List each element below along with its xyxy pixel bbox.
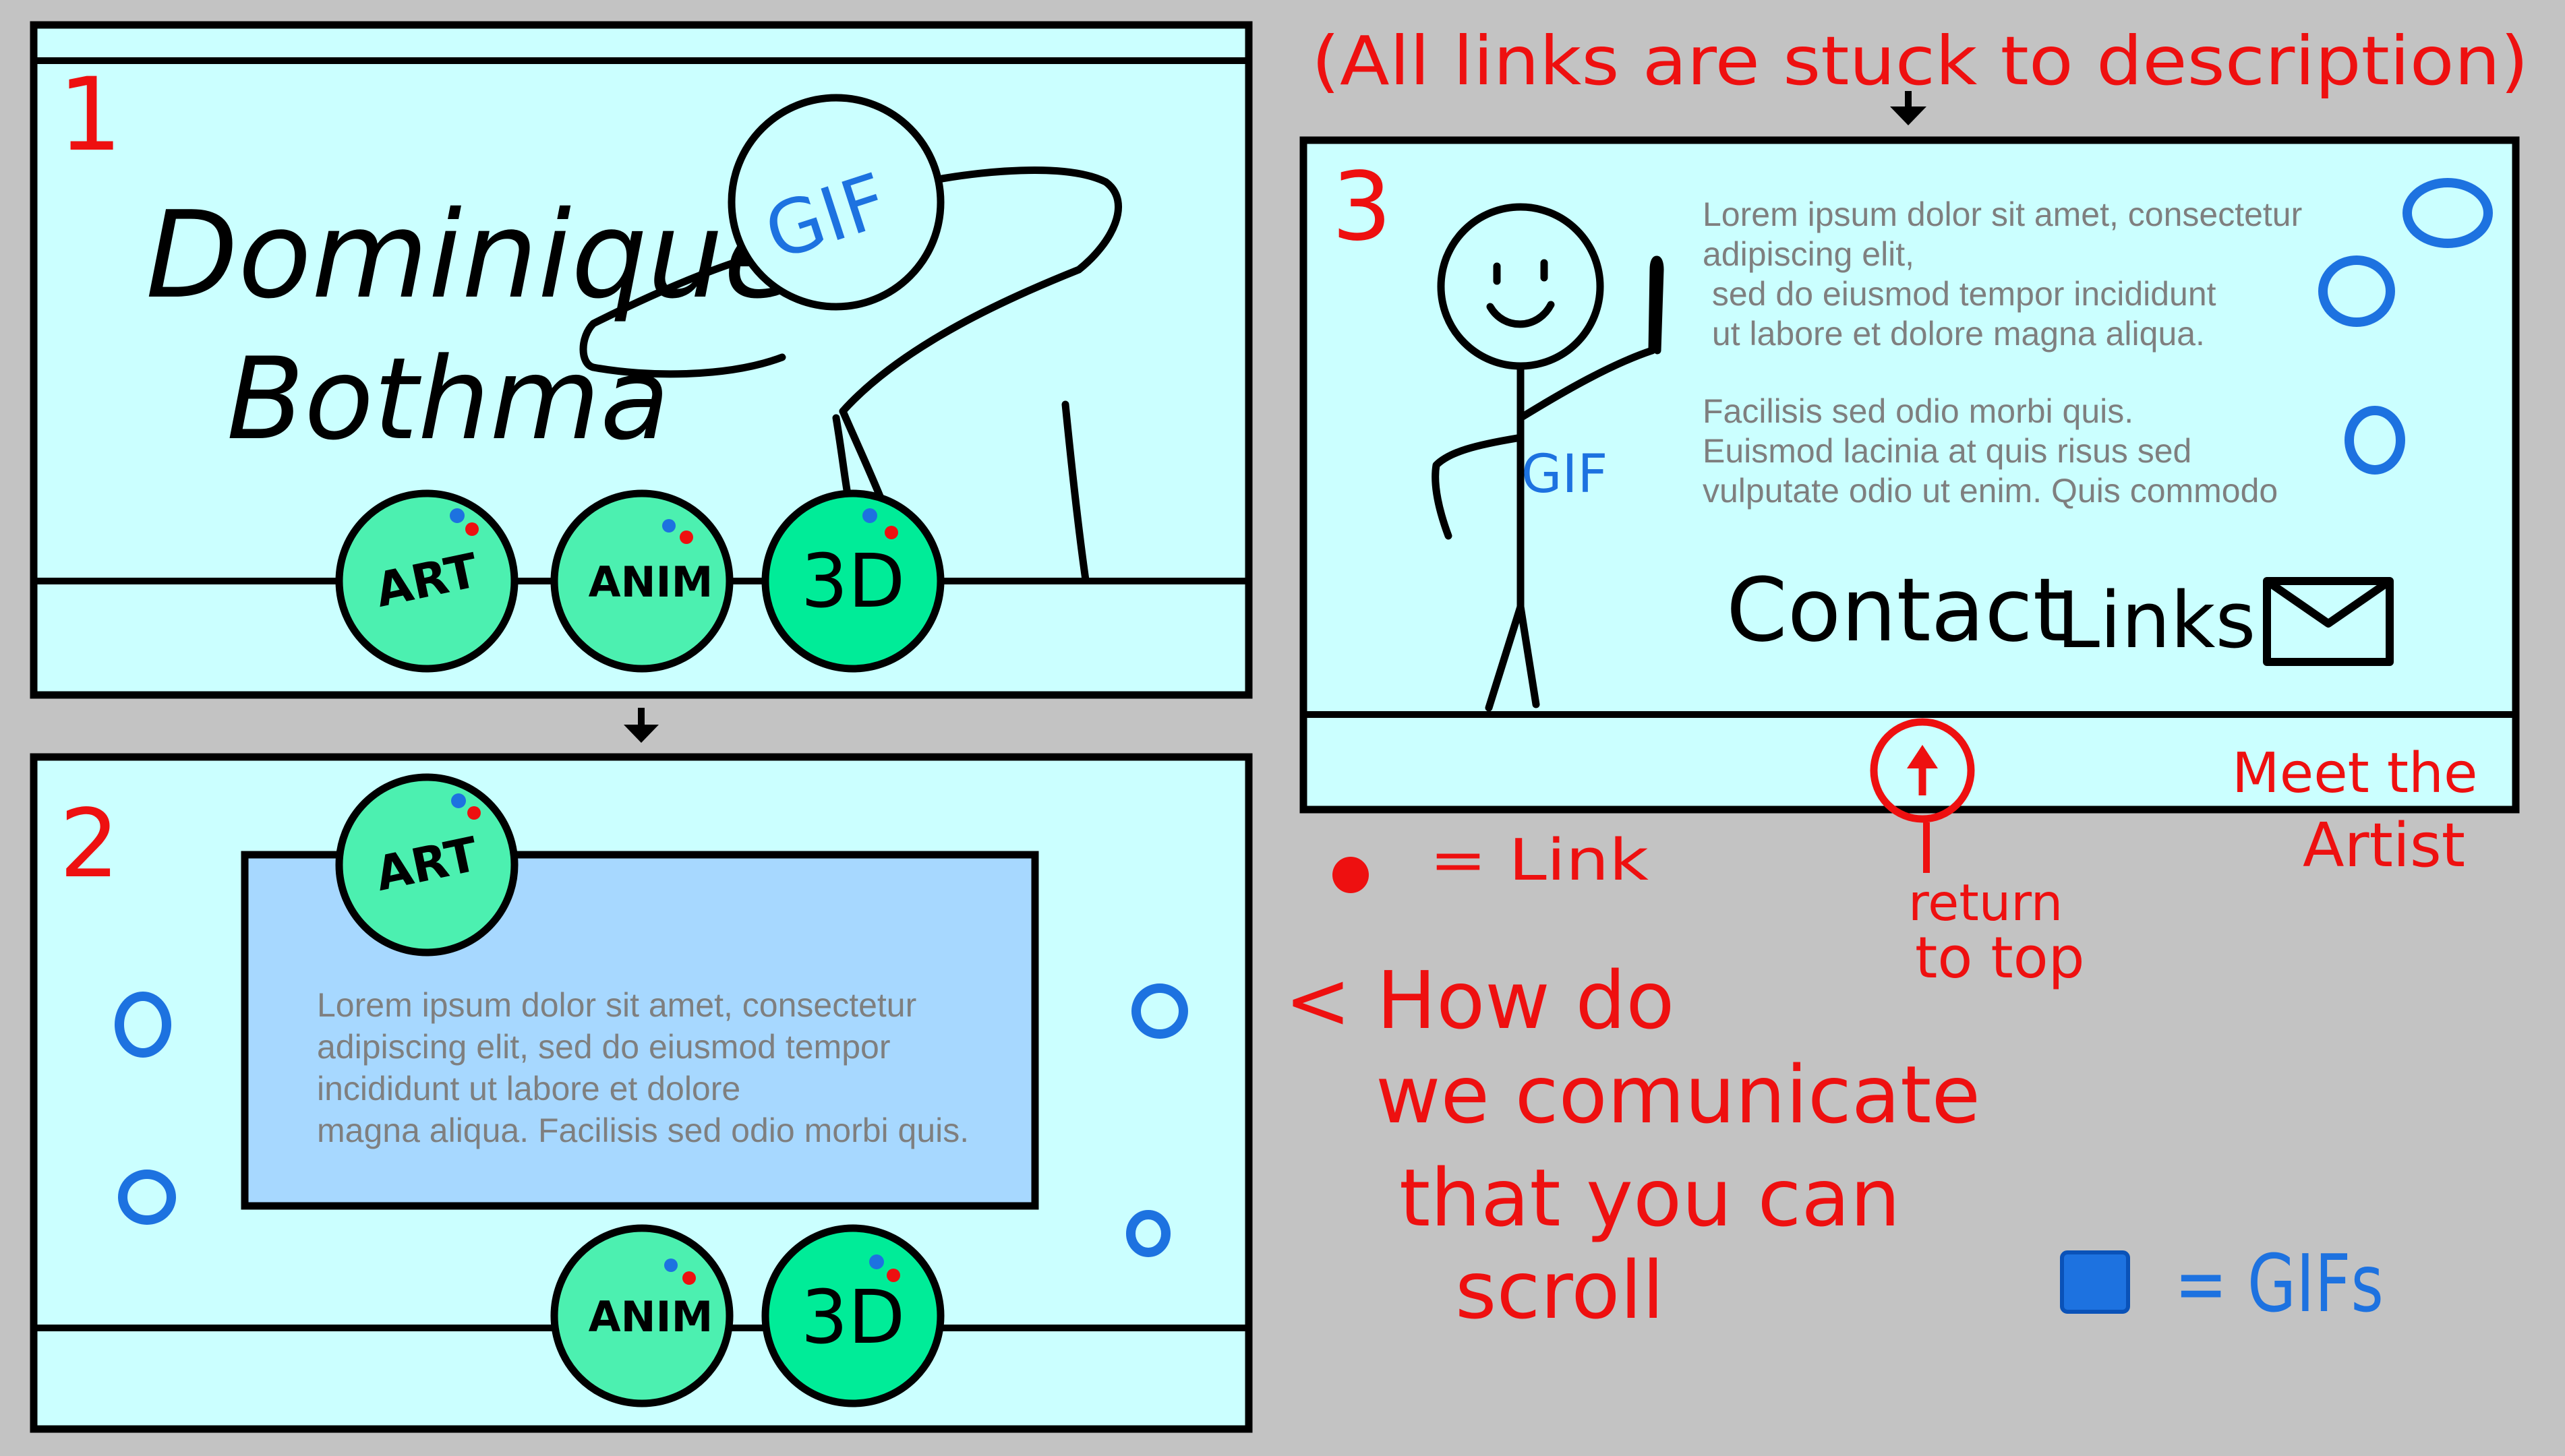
content-box-line-3: incididunt ut labore et dolore	[317, 1070, 740, 1108]
scroll-note-line-4: scroll	[1455, 1244, 1664, 1337]
panel-3-lorem-2-line-2: Euismod lacinia at quis risus sed	[1703, 432, 2191, 470]
panel-2-3d-button-label[interactable]: 3D	[801, 1274, 906, 1360]
anim-button-dot-red	[680, 530, 693, 544]
panel-3-lorem-1-line-2: adipiscing elit,	[1703, 235, 1914, 273]
panel-2-anim-button-dot-red	[682, 1271, 696, 1285]
3d-button-label[interactable]: 3D	[801, 538, 906, 624]
panel-2: 2 Lorem ipsum dolor sit amet, consectetu…	[30, 753, 1253, 1433]
panel-3-lorem-2-line-3: vulputate odio ut enim. Quis commodo	[1703, 472, 2278, 510]
panel-2-3d-button[interactable]: 3D	[761, 1224, 945, 1407]
panel-2-anim-button[interactable]: ANIM	[550, 1224, 734, 1407]
panel-3-number: 3	[1332, 152, 1392, 262]
panel-1: 1 Dominique Bothma GIF ART ANIM 3D	[30, 21, 1253, 699]
panel-2-art-button-dot-blue	[451, 793, 466, 808]
arrow-head	[624, 725, 659, 743]
panel-3-lorem-1-line-3: sed do eiusmod tempor incididunt	[1703, 275, 2216, 313]
meet-the-artist-line-1: Meet the	[2232, 741, 2477, 806]
panel-2-3d-button-dot-blue	[869, 1254, 884, 1269]
3d-button-dot-blue	[862, 508, 877, 523]
panel-2-art-button[interactable]: ART	[335, 773, 519, 957]
artist-name-first: Dominique	[146, 185, 797, 325]
scroll-note-line-3: that you can	[1399, 1151, 1900, 1244]
scroll-note-line-1: < How do	[1285, 954, 1674, 1047]
anim-button[interactable]: ANIM	[550, 489, 734, 673]
panel-2-anim-button-label[interactable]: ANIM	[589, 1292, 713, 1341]
3d-button-dot-red	[885, 526, 898, 539]
meet-the-artist-line-2: Artist	[2303, 810, 2465, 881]
art-button-dot-blue	[450, 508, 465, 523]
link-legend-text: = Link	[1429, 827, 1649, 894]
panel-2-number: 2	[59, 789, 119, 899]
return-to-top-note-line-1: return	[1908, 873, 2063, 932]
links-label[interactable]: Links	[2057, 576, 2256, 666]
anim-button-label[interactable]: ANIM	[589, 557, 713, 607]
arrow-head	[1890, 107, 1926, 125]
storyboard-canvas: 1 Dominique Bothma GIF ART ANIM 3D 2 Lor…	[30, 21, 2529, 1433]
3d-button[interactable]: 3D	[761, 489, 945, 673]
panel-3-lorem-2-line-1: Facilisis sed odio morbi quis.	[1703, 392, 2133, 430]
content-box-line-2: adipiscing elit, sed do eiusmod tempor	[317, 1028, 890, 1066]
content-box-line-1: Lorem ipsum dolor sit amet, consectetur	[317, 986, 916, 1024]
gif-legend-text: = GIFs	[2175, 1237, 2384, 1330]
panel-3-gif-label: GIF	[1521, 444, 1608, 505]
gif-legend-icon	[2060, 1250, 2130, 1314]
art-button-dot-red	[465, 522, 479, 536]
contact-label[interactable]: Contact	[1726, 559, 2067, 661]
artist-name-last: Bothma	[227, 333, 670, 465]
content-box-line-4: magna aliqua. Facilisis sed odio morbi q…	[317, 1112, 969, 1149]
panel-2-art-button-dot-red	[467, 806, 481, 820]
panel-3: 3 GIF Lorem ipsum dolor sit amet, consec…	[1299, 136, 2520, 823]
panel-3-lorem-1-line-1: Lorem ipsum dolor sit amet, consectetur	[1703, 195, 2302, 233]
scroll-note-line-2: we comunicate	[1376, 1048, 1980, 1141]
return-to-top-note-line-2: to top	[1915, 925, 2085, 992]
arrow-panel1-to-panel2	[624, 708, 659, 743]
anim-button-dot-blue	[662, 519, 676, 533]
top-note: (All links are stuck to description)	[1311, 22, 2529, 100]
art-button[interactable]: ART	[335, 489, 519, 673]
panel-2-anim-button-dot-blue	[664, 1258, 678, 1272]
panel-1-number: 1	[58, 57, 122, 174]
panel-3-lorem-1-line-4: ut labore et dolore magna aliqua.	[1703, 315, 2205, 353]
gif-legend-swatch	[2060, 1250, 2130, 1314]
link-legend-dot	[1332, 857, 1369, 893]
